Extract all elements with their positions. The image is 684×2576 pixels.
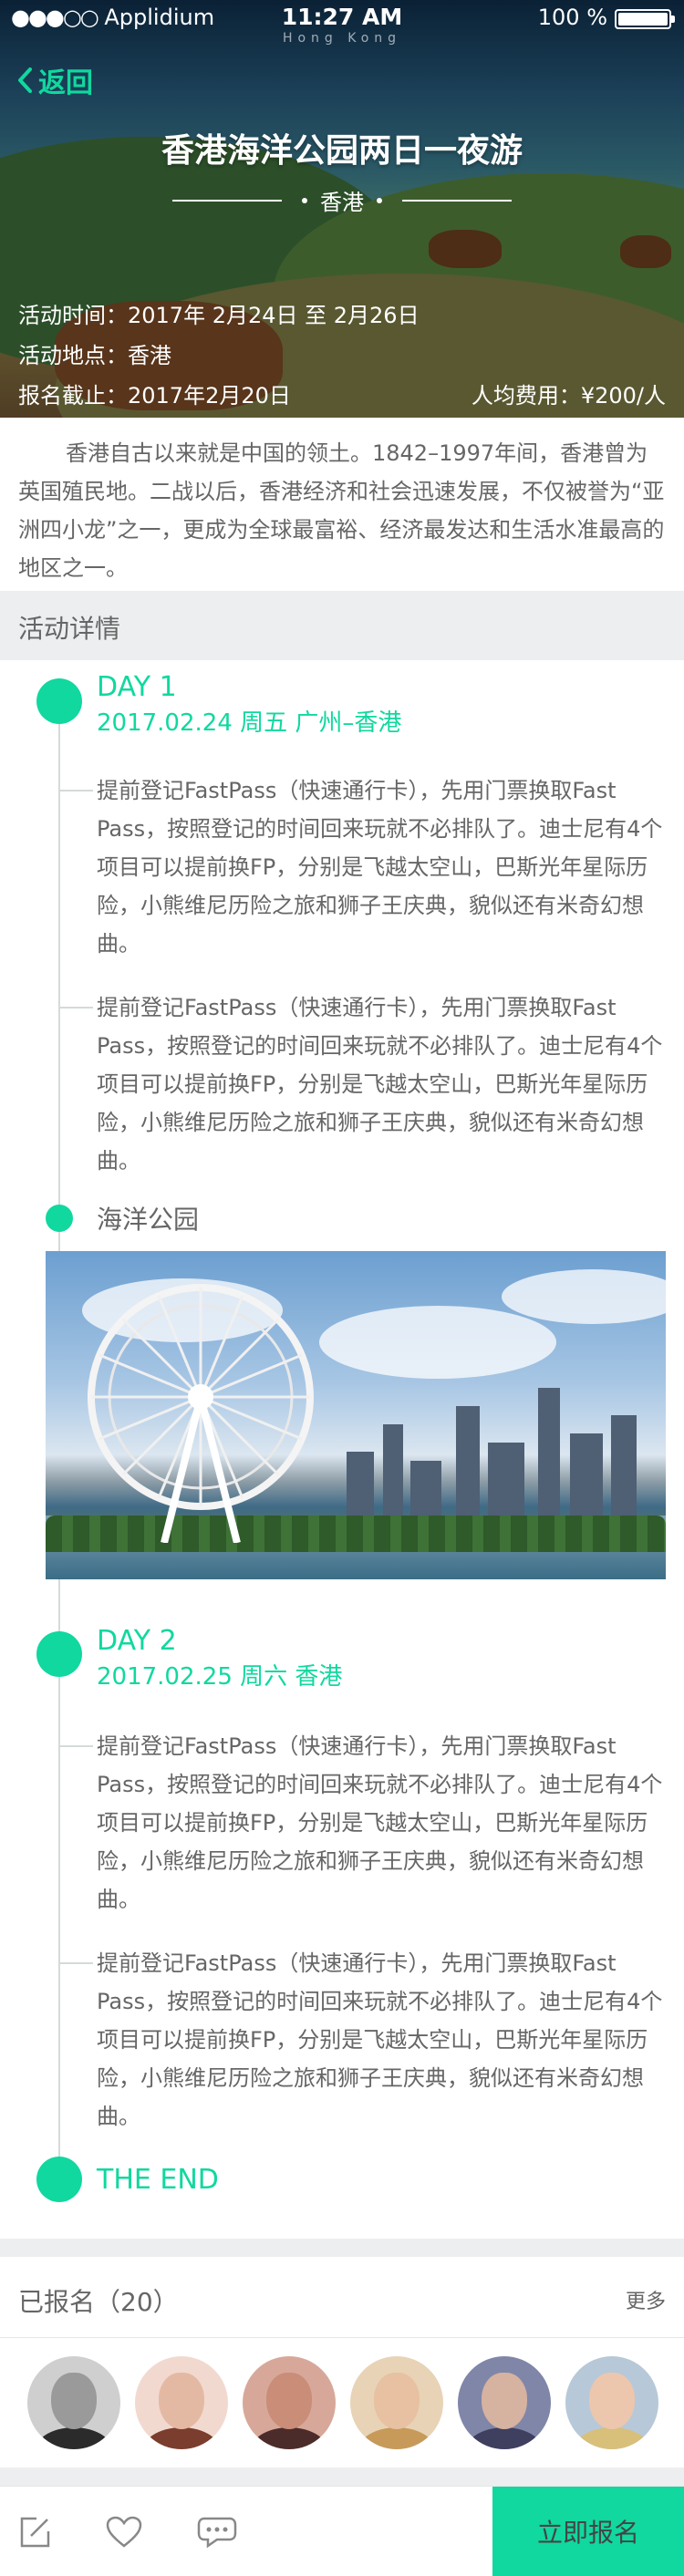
day2-dot xyxy=(36,1631,82,1677)
spot-label: 海洋公园 xyxy=(97,1205,200,1235)
divider xyxy=(0,2337,684,2338)
activity-fee: 人均费用：¥200/人 xyxy=(471,383,666,409)
heart-icon[interactable] xyxy=(106,2516,142,2549)
day1-dot xyxy=(36,678,82,724)
back-label: 返回 xyxy=(38,67,93,99)
battery-icon xyxy=(615,9,675,29)
day2-date: 2017.02.25 周六 香港 xyxy=(97,1663,343,1691)
section-title: 活动详情 xyxy=(18,614,121,644)
ocean-park-photo[interactable] xyxy=(46,1251,666,1579)
avatar[interactable] xyxy=(565,2356,658,2449)
hero-banner: ●●●○○ Applidium 11:27 AM 100 % Hong Kong… xyxy=(0,0,684,418)
signed-up-title: 已报名（20） xyxy=(18,2287,179,2317)
section-gap xyxy=(0,2467,684,2486)
ferris-wheel-icon xyxy=(88,1284,314,1543)
day1-date: 2017.02.24 周五 广州–香港 xyxy=(97,709,402,737)
more-link[interactable]: 更多 xyxy=(626,2285,666,2314)
spot-dot xyxy=(46,1205,73,1232)
avatar[interactable] xyxy=(135,2356,228,2449)
end-dot xyxy=(36,2157,82,2202)
hero-sub-label: Hong Kong xyxy=(282,31,402,46)
timeline-branch xyxy=(60,1962,93,1964)
activity-place: 活动地点：香港 xyxy=(18,343,171,368)
day1-paragraph-2: 提前登记FastPass（快速通行卡），先用门票换取Fast Pass，按照登记… xyxy=(97,995,663,1174)
day2-paragraph-2: 提前登记FastPass（快速通行卡），先用门票换取Fast Pass，按照登记… xyxy=(97,1950,663,2129)
battery-percent: 100 % xyxy=(537,5,607,30)
avatar[interactable] xyxy=(350,2356,443,2449)
timeline-branch xyxy=(60,1007,93,1009)
day1-paragraph-1: 提前登记FastPass（快速通行卡），先用门票换取Fast Pass，按照登记… xyxy=(97,778,663,957)
back-button[interactable]: 返回 xyxy=(16,60,93,100)
join-button-label: 立即报名 xyxy=(536,2518,639,2548)
join-button[interactable]: 立即报名 xyxy=(492,2487,684,2576)
intro-text: 香港自古以来就是中国的领土。1842–1997年间，香港曾为英国殖民地。二战以后… xyxy=(18,440,665,581)
day1-label: DAY 1 xyxy=(97,671,177,703)
section-header: 活动详情 xyxy=(0,591,684,660)
section-gap xyxy=(0,2239,684,2257)
chevron-left-icon xyxy=(18,67,32,93)
hero-city: 香港 xyxy=(0,184,684,216)
chat-icon[interactable] xyxy=(197,2516,237,2549)
edit-icon[interactable] xyxy=(18,2516,51,2549)
day2-paragraph-1: 提前登记FastPass（快速通行卡），先用门票换取Fast Pass，按照登记… xyxy=(97,1733,663,1912)
activity-title: 香港海洋公园两日一夜游 xyxy=(161,132,523,170)
timeline-branch xyxy=(60,1745,93,1747)
avatar[interactable] xyxy=(27,2356,120,2449)
avatar[interactable] xyxy=(458,2356,551,2449)
day2-label: DAY 2 xyxy=(97,1625,177,1657)
activity-time: 活动时间：2017年 2月24日 至 2月26日 xyxy=(18,303,420,328)
timeline-branch xyxy=(60,790,93,791)
avatar[interactable] xyxy=(243,2356,336,2449)
hero-city-label: 香港 xyxy=(320,190,364,215)
signup-deadline: 报名截止：2017年2月20日 xyxy=(18,383,291,409)
end-label: THE END xyxy=(97,2164,219,2196)
bottom-action-bar: 立即报名 xyxy=(0,2486,684,2576)
